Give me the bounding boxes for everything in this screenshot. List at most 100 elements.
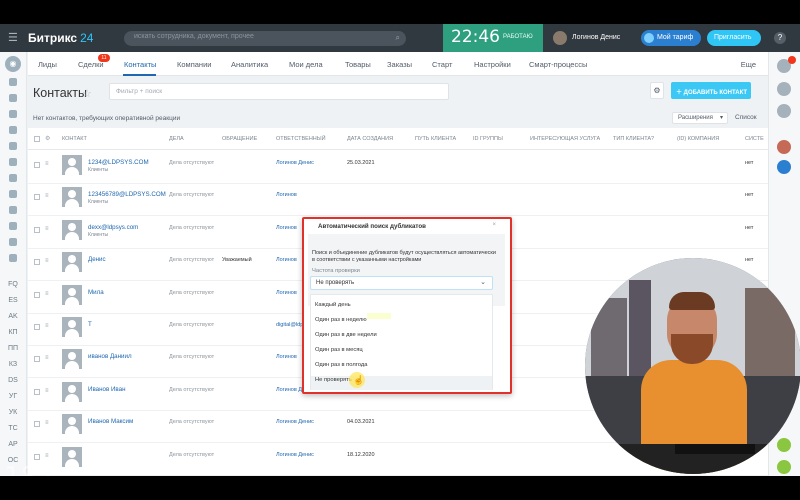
row-menu-icon[interactable]: ≡ xyxy=(45,193,49,199)
row-checkbox[interactable] xyxy=(34,162,40,168)
column-header[interactable]: (ID) КОМПАНИЯ xyxy=(677,136,719,142)
invite-button[interactable]: Пригласить xyxy=(707,30,761,46)
contact-responsible[interactable]: Логинов Денис xyxy=(276,160,314,166)
frequency-option[interactable]: Каждый день xyxy=(315,302,351,308)
sidebar-item[interactable]: УГ xyxy=(6,392,20,402)
contact-name[interactable]: Иванов Максим xyxy=(88,418,133,425)
sidebar-item[interactable]: ES xyxy=(6,296,20,306)
contact-name[interactable]: dexx@ldpsys.com xyxy=(88,224,138,231)
frequency-option[interactable]: Один раз в неделю xyxy=(315,317,367,323)
sidebar-item[interactable]: КП xyxy=(6,328,20,338)
sidebar-icon[interactable] xyxy=(9,190,17,198)
sidebar-icon[interactable] xyxy=(9,238,17,246)
sidebar-icon[interactable] xyxy=(9,78,17,86)
tab-6[interactable]: Товары xyxy=(345,60,371,69)
list-view-link[interactable]: Список xyxy=(735,114,757,121)
gear-icon[interactable]: ⚙ xyxy=(650,82,664,99)
row-checkbox[interactable] xyxy=(34,324,40,330)
frequency-option[interactable]: Один раз в месяц xyxy=(315,347,363,353)
table-row[interactable]: ≡ 1234@LDPSYS.COM Клиенты Дела отсутствуют Л… xyxy=(28,150,768,184)
contact-responsible[interactable]: Логинов xyxy=(276,290,297,296)
sidebar-item[interactable]: ПП xyxy=(6,344,20,354)
star-icon[interactable]: ☆ xyxy=(82,87,92,100)
contact-name[interactable]: Т xyxy=(88,321,92,328)
row-checkbox[interactable] xyxy=(34,356,40,363)
sidebar-item[interactable]: ТС xyxy=(6,424,20,434)
frequency-select[interactable]: Не проверять ⌄ xyxy=(310,276,493,290)
column-header[interactable]: ДЕЛА xyxy=(169,136,184,142)
tab-9[interactable]: Настройки xyxy=(474,60,511,69)
add-contact-button[interactable]: ＋ ДОБАВИТЬ КОНТАКТ xyxy=(671,82,751,99)
call-icon[interactable] xyxy=(777,160,791,174)
sidebar-icon[interactable] xyxy=(9,222,17,230)
column-header[interactable]: ИНТЕРЕСУЮЩАЯ УСЛУГА xyxy=(530,136,600,142)
contact-responsible[interactable]: Логинов Денис xyxy=(276,452,314,458)
sidebar-item[interactable]: КЗ xyxy=(6,360,20,370)
row-checkbox[interactable] xyxy=(34,259,40,266)
user-name[interactable]: Логинов Денис xyxy=(572,34,620,41)
sidebar-icon[interactable] xyxy=(9,94,17,102)
contact-name[interactable]: иванов Даниил xyxy=(88,353,132,360)
row-checkbox[interactable] xyxy=(34,421,40,428)
row-checkbox[interactable] xyxy=(34,453,40,460)
row-checkbox[interactable] xyxy=(34,226,40,233)
contact-avatar[interactable] xyxy=(777,140,791,154)
tab-0[interactable]: Лиды xyxy=(38,60,57,69)
tab-3[interactable]: Компании xyxy=(177,60,211,69)
contact-name[interactable]: Мила xyxy=(88,289,104,296)
row-menu-icon[interactable]: ≡ xyxy=(45,420,49,426)
sidebar-item[interactable]: AK xyxy=(6,312,20,322)
row-menu-icon[interactable]: ≡ xyxy=(45,258,49,264)
sidebar-icon[interactable] xyxy=(9,206,17,214)
filter-search-input[interactable]: Фильтр + поиск xyxy=(109,83,449,100)
row-menu-icon[interactable]: ≡ xyxy=(45,355,49,361)
column-header[interactable]: ID ГРУППЫ xyxy=(473,136,503,142)
sidebar-item[interactable]: DS xyxy=(6,376,20,386)
row-checkbox[interactable] xyxy=(34,194,40,201)
global-search-input[interactable]: искать сотрудника, документ, прочее ⌕ xyxy=(124,31,406,46)
work-time-widget[interactable]: 22:46 РАБОТАЮ xyxy=(443,24,543,52)
sidebar-item[interactable]: АР xyxy=(6,440,20,450)
search-icon[interactable] xyxy=(777,82,791,96)
sidebar-item[interactable]: УК xyxy=(6,408,20,418)
contact-responsible[interactable]: Логинов Денис xyxy=(276,419,314,425)
sidebar-icon[interactable] xyxy=(9,254,17,262)
frequency-option[interactable]: Один раз в полгода xyxy=(315,362,367,368)
close-icon[interactable]: × xyxy=(492,222,496,228)
row-checkbox[interactable] xyxy=(34,388,40,395)
my-tariff-button[interactable]: Мой тариф xyxy=(641,30,701,46)
contact-responsible[interactable]: Логинов xyxy=(276,354,297,360)
extensions-select[interactable]: Расширения ▾ xyxy=(672,112,728,124)
tab-2[interactable]: Контакты xyxy=(124,60,156,69)
row-menu-icon[interactable]: ≡ xyxy=(45,323,49,329)
row-menu-icon[interactable]: ≡ xyxy=(45,226,49,232)
frequency-option[interactable]: Один раз в две недели xyxy=(315,332,377,338)
frequency-option[interactable]: Не проверять xyxy=(315,377,352,383)
menu-icon[interactable]: ☰ xyxy=(8,32,18,44)
tab-more[interactable]: Еще xyxy=(741,60,756,69)
contact-responsible[interactable]: Логинов xyxy=(276,257,297,263)
tab-4[interactable]: Аналитика xyxy=(231,60,268,69)
tab-5[interactable]: Мои дела xyxy=(289,60,323,69)
sidebar-icon[interactable] xyxy=(9,142,17,150)
contact-name[interactable]: 1234@LDPSYS.COM xyxy=(88,159,149,166)
tab-7[interactable]: Заказы xyxy=(387,60,412,69)
tab-8[interactable]: Старт xyxy=(432,60,452,69)
contact-name[interactable]: Денис xyxy=(88,256,106,263)
row-menu-icon[interactable]: ≡ xyxy=(45,291,49,297)
contact-responsible[interactable]: Логинов xyxy=(276,192,297,198)
contact-responsible[interactable]: Логинов xyxy=(276,225,297,231)
column-header[interactable]: КОНТАКТ xyxy=(62,136,87,142)
column-header[interactable]: ДАТА СОЗДАНИЯ xyxy=(347,136,393,142)
sidebar-icon[interactable] xyxy=(9,126,17,134)
table-row[interactable]: ≡ 123456789@LDPSYS.COM Клиенты Дела отсутст… xyxy=(28,182,768,217)
sidebar-icon[interactable] xyxy=(9,110,17,118)
row-menu-icon[interactable]: ≡ xyxy=(45,161,49,167)
contact-name[interactable]: Иванов Иван xyxy=(88,386,126,393)
column-header[interactable]: ОТВЕТСТВЕННЫЙ xyxy=(276,136,326,142)
row-menu-icon[interactable]: ≡ xyxy=(45,388,49,394)
column-settings-icon[interactable]: ⚙ xyxy=(45,135,50,142)
column-header[interactable]: СИСТЕ xyxy=(745,136,764,142)
row-checkbox[interactable] xyxy=(34,291,40,298)
sidebar-item[interactable]: FQ xyxy=(6,280,20,290)
